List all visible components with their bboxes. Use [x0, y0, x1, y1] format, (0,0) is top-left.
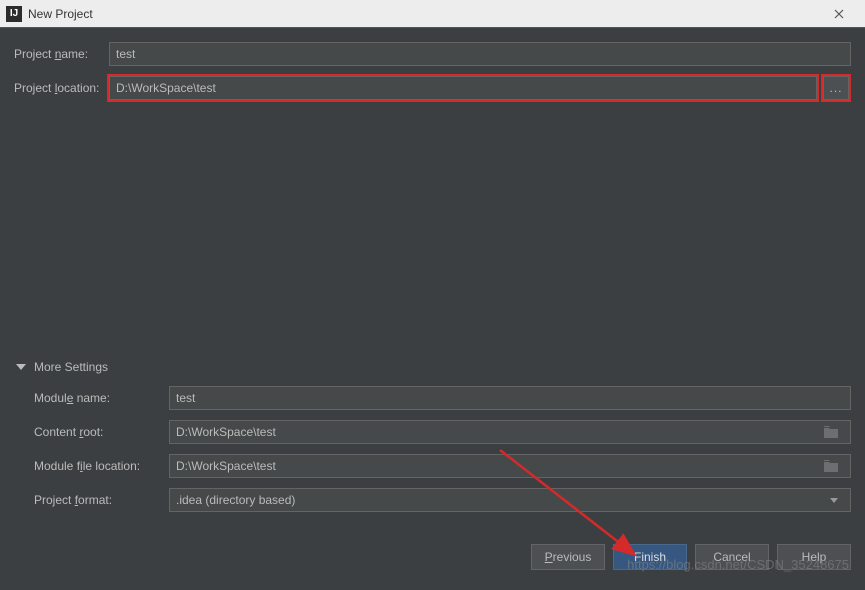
window-title: New Project — [28, 7, 819, 21]
module-file-location-label: Module file location: — [34, 459, 169, 473]
module-name-label: Module name: — [34, 391, 169, 405]
content-root-input[interactable]: D:\WorkSpace\test — [169, 420, 851, 444]
project-location-label: Project location: — [14, 81, 109, 95]
project-location-input[interactable]: D:\WorkSpace\test — [109, 76, 817, 100]
content-root-label: Content root: — [34, 425, 169, 439]
close-icon — [834, 9, 844, 19]
more-settings-section: Module name: test Content root: D:\WorkS… — [14, 386, 851, 512]
project-name-label: Project name: — [14, 47, 109, 61]
folder-icon[interactable] — [822, 457, 840, 475]
titlebar: IJ New Project — [0, 0, 865, 28]
browse-location-button[interactable]: ... — [823, 76, 849, 100]
module-file-location-input[interactable]: D:\WorkSpace\test — [169, 454, 851, 478]
button-bar: Previous Finish Cancel Help — [0, 522, 865, 584]
cancel-button[interactable]: Cancel — [695, 544, 769, 570]
close-button[interactable] — [819, 0, 859, 28]
finish-button[interactable]: Finish — [613, 544, 687, 570]
project-format-label: Project format: — [34, 493, 169, 507]
dropdown-icon — [830, 498, 838, 503]
project-name-input[interactable]: test — [109, 42, 851, 66]
project-format-select[interactable]: .idea (directory based) — [169, 488, 851, 512]
dialog-content: Project name: test Project location: D:\… — [0, 28, 865, 512]
previous-button[interactable]: Previous — [531, 544, 605, 570]
folder-icon[interactable] — [822, 423, 840, 441]
more-settings-label: More Settings — [34, 360, 108, 374]
module-name-input[interactable]: test — [169, 386, 851, 410]
app-icon: IJ — [6, 6, 22, 22]
more-settings-toggle[interactable]: More Settings — [14, 360, 851, 374]
help-button[interactable]: Help — [777, 544, 851, 570]
chevron-down-icon — [16, 364, 26, 370]
